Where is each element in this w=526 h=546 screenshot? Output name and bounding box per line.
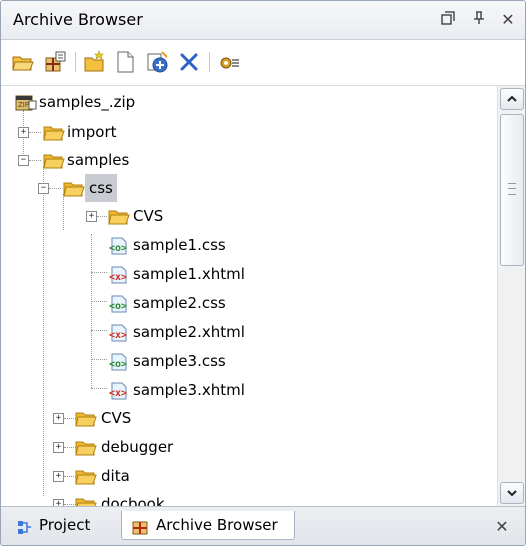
folder-open-icon bbox=[63, 179, 85, 197]
svg-text:<x>: <x> bbox=[109, 272, 127, 283]
tree-item-label: import bbox=[67, 123, 117, 141]
scroll-thumb[interactable] bbox=[500, 114, 524, 266]
folder-icon bbox=[75, 438, 97, 456]
project-icon bbox=[17, 517, 33, 534]
css-file-icon: <o> bbox=[107, 352, 127, 371]
tree-item-label: sample3.css bbox=[133, 352, 226, 370]
tree-item-label: samples_.zip bbox=[39, 93, 136, 111]
tree-item-label: sample1.css bbox=[133, 236, 226, 254]
tab-archive-browser[interactable]: Archive Browser bbox=[121, 511, 295, 540]
tab-label: Archive Browser bbox=[156, 516, 278, 534]
tree-item-label: docbook bbox=[101, 495, 165, 506]
tree-item-folder[interactable]: + debugger bbox=[1, 433, 495, 461]
vertical-scrollbar[interactable] bbox=[497, 86, 525, 506]
tab-project[interactable]: Project bbox=[11, 511, 115, 539]
folder-icon bbox=[75, 409, 97, 427]
tree-connector bbox=[29, 160, 41, 161]
restore-icon[interactable] bbox=[437, 9, 459, 31]
tree-item-folder[interactable]: + CVS bbox=[1, 404, 495, 432]
svg-text:<o>: <o> bbox=[109, 243, 127, 254]
tree-item-folder[interactable]: + import bbox=[1, 118, 495, 146]
open-archive-icon[interactable] bbox=[11, 50, 35, 74]
xhtml-file-icon: <x> bbox=[107, 381, 127, 400]
tree-item-folder[interactable]: + docbook bbox=[1, 490, 495, 506]
archive-browser-panel: Archive Browser ✕ ZIP samples_.zip + imp… bbox=[0, 0, 526, 546]
tree-item-archive[interactable]: ZIP samples_.zip bbox=[1, 88, 495, 116]
title-bar: Archive Browser ✕ bbox=[1, 1, 525, 40]
tree-connector bbox=[29, 132, 41, 133]
scroll-down-button[interactable] bbox=[500, 482, 524, 504]
tree-item-folder-selected[interactable]: − css bbox=[1, 174, 495, 202]
expand-toggle[interactable]: + bbox=[18, 127, 29, 138]
tree-connector bbox=[97, 216, 107, 217]
tab-label: Project bbox=[39, 516, 91, 534]
css-file-icon: <o> bbox=[107, 236, 127, 255]
toolbar-separator bbox=[209, 52, 210, 72]
expand-toggle[interactable]: + bbox=[53, 413, 64, 424]
delete-icon[interactable] bbox=[177, 50, 201, 74]
tree-item-file[interactable]: <o> sample3.css bbox=[1, 347, 495, 375]
new-folder-icon[interactable] bbox=[83, 50, 107, 74]
tree-item-label: sample1.xhtml bbox=[133, 265, 245, 283]
folder-icon bbox=[108, 207, 130, 225]
close-icon[interactable]: ✕ bbox=[497, 9, 519, 31]
archive-tree: ZIP samples_.zip + import − samples − cs… bbox=[1, 85, 525, 506]
add-files-icon[interactable] bbox=[145, 50, 169, 74]
properties-icon[interactable] bbox=[217, 50, 241, 74]
xhtml-file-icon: <x> bbox=[107, 323, 127, 342]
toolbar bbox=[1, 40, 525, 84]
expand-toggle[interactable]: + bbox=[53, 471, 64, 482]
new-file-icon[interactable] bbox=[113, 50, 137, 74]
tree-connector bbox=[49, 188, 61, 189]
tree-item-label: sample3.xhtml bbox=[133, 381, 245, 399]
scroll-up-button[interactable] bbox=[500, 88, 524, 110]
xhtml-file-icon: <x> bbox=[107, 265, 127, 284]
tree-item-label: sample2.css bbox=[133, 294, 226, 312]
folder-icon bbox=[75, 467, 97, 485]
new-archive-icon[interactable] bbox=[43, 50, 67, 74]
tree-item-file[interactable]: <x> sample2.xhtml bbox=[1, 318, 495, 346]
tree-item-file[interactable]: <o> sample1.css bbox=[1, 231, 495, 259]
svg-text:<o>: <o> bbox=[109, 359, 127, 370]
panel-title: Archive Browser bbox=[13, 10, 143, 29]
tree-item-label: sample2.xhtml bbox=[133, 323, 245, 341]
tree-item-label: samples bbox=[67, 151, 130, 169]
zip-archive-icon: ZIP bbox=[15, 93, 37, 111]
tree-item-file[interactable]: <o> sample2.css bbox=[1, 289, 495, 317]
expand-toggle[interactable]: + bbox=[86, 211, 97, 222]
bottom-tab-bar: Project Archive Browser ✕ bbox=[1, 506, 525, 545]
close-tab-icon[interactable]: ✕ bbox=[491, 516, 513, 538]
toolbar-separator bbox=[75, 52, 76, 72]
tree-item-label: debugger bbox=[101, 438, 174, 456]
svg-text:<o>: <o> bbox=[109, 301, 127, 312]
svg-text:<x>: <x> bbox=[109, 330, 127, 341]
tree-item-folder[interactable]: + dita bbox=[1, 462, 495, 490]
archive-browser-icon bbox=[132, 517, 148, 535]
expand-toggle[interactable]: + bbox=[53, 499, 64, 506]
collapse-toggle[interactable]: − bbox=[38, 183, 49, 194]
scroll-grip-icon bbox=[508, 183, 516, 195]
svg-text:ZIP: ZIP bbox=[18, 101, 29, 109]
folder-open-icon bbox=[43, 151, 65, 169]
tree-item-label: dita bbox=[101, 467, 130, 485]
folder-icon bbox=[43, 123, 65, 141]
tree-item-label: CVS bbox=[101, 409, 132, 427]
svg-text:<x>: <x> bbox=[109, 388, 127, 399]
tree-item-folder[interactable]: + CVS bbox=[1, 202, 495, 230]
tree-item-file[interactable]: <x> sample1.xhtml bbox=[1, 260, 495, 288]
pin-icon[interactable] bbox=[468, 9, 490, 31]
tree-item-file[interactable]: <x> sample3.xhtml bbox=[1, 376, 495, 404]
css-file-icon: <o> bbox=[107, 294, 127, 313]
folder-icon bbox=[75, 495, 97, 506]
tree-item-label: css bbox=[85, 174, 117, 202]
tree-view: ZIP samples_.zip + import − samples − cs… bbox=[1, 86, 495, 506]
tree-item-folder[interactable]: − samples bbox=[1, 146, 495, 174]
tree-item-label: CVS bbox=[133, 207, 164, 225]
collapse-toggle[interactable]: − bbox=[18, 155, 29, 166]
expand-toggle[interactable]: + bbox=[53, 442, 64, 453]
